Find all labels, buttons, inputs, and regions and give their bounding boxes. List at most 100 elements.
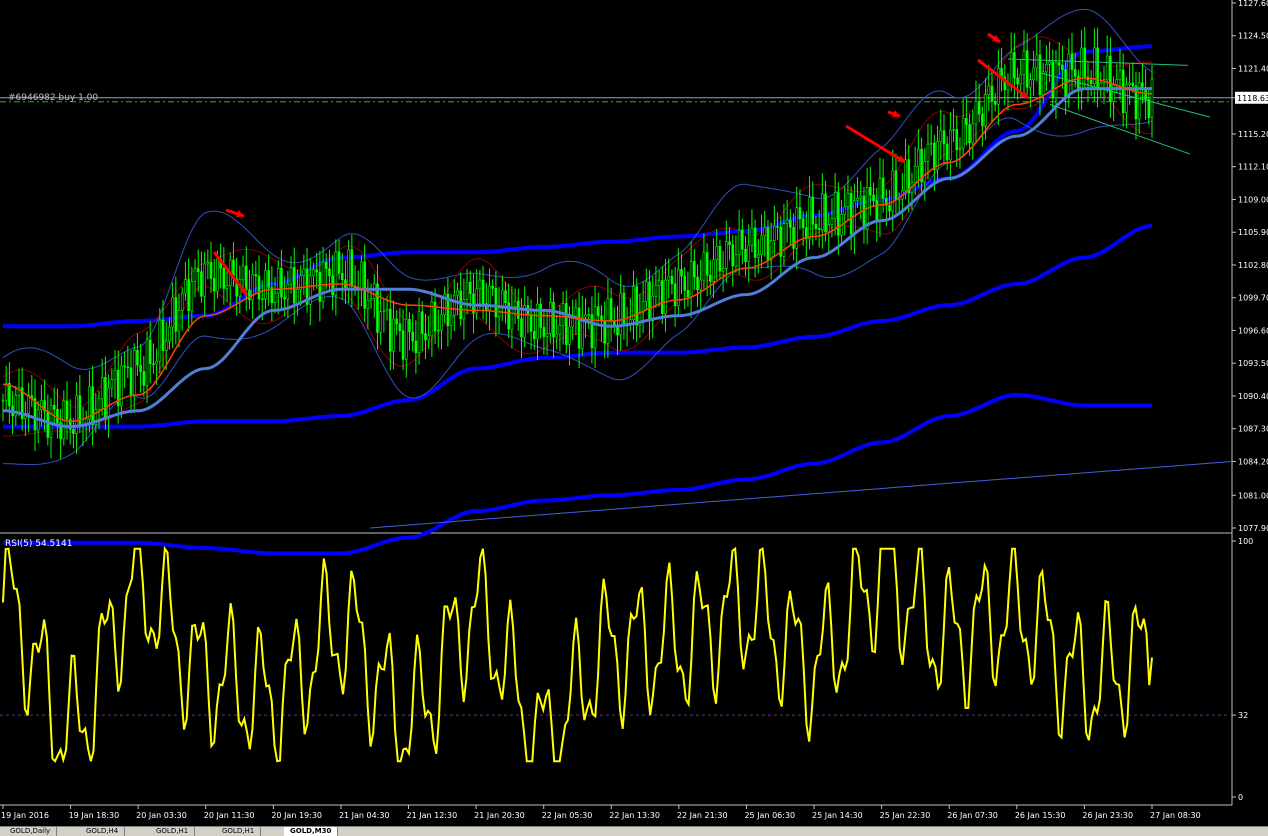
candle-body: [46, 410, 50, 438]
candle-body: [757, 254, 760, 258]
candle-body: [520, 318, 523, 338]
candle-body: [891, 170, 895, 212]
candle-body: [97, 398, 101, 411]
candle-body: [763, 227, 767, 237]
candle-body: [72, 429, 75, 434]
candle-body: [939, 130, 943, 142]
candle-body: [942, 130, 946, 145]
candle-body: [161, 319, 165, 351]
candle-body: [568, 326, 571, 345]
candle-body: [123, 365, 126, 368]
candle-body: [1118, 69, 1122, 80]
candle-body: [459, 290, 462, 320]
candle-body: [545, 333, 549, 337]
price-tick-label: 1112.10: [1238, 163, 1268, 172]
candle-body: [328, 268, 331, 277]
candle-body: [990, 85, 994, 102]
candle-body: [158, 319, 162, 362]
candle-body: [782, 223, 786, 257]
candle-body: [693, 261, 696, 278]
candle-body: [404, 318, 408, 360]
candle-body: [1089, 79, 1093, 85]
candle-body: [376, 283, 379, 333]
candle-body: [814, 223, 818, 229]
candle-body: [827, 224, 831, 233]
candle-body: [1105, 55, 1109, 80]
candle-body: [142, 371, 146, 386]
candle-body: [1025, 50, 1029, 88]
time-tick-label: 22 Jan 13:30: [609, 811, 660, 820]
candle-body: [177, 310, 181, 332]
candle-body: [78, 395, 82, 427]
candle-body: [206, 262, 210, 265]
candle-body: [1048, 61, 1051, 65]
time-tick-label: 25 Jan 22:30: [880, 811, 931, 820]
candle-body: [1045, 64, 1048, 73]
candle-body: [395, 318, 398, 325]
chart-canvas[interactable]: 1127.60 1124.50 1121.40 1115.20 1112.10 1109.…: [0, 0, 1268, 826]
candle-body: [145, 339, 149, 386]
candle-body: [977, 101, 981, 115]
candle-body: [225, 285, 229, 289]
time-tick-label: 20 Jan 11:30: [204, 811, 255, 820]
time-tick-label: 20 Jan 19:30: [271, 811, 322, 820]
candle-body: [155, 360, 158, 365]
candle-body: [667, 275, 671, 281]
candle-body: [577, 307, 581, 349]
candle-body: [750, 227, 754, 246]
candle-body: [968, 124, 971, 144]
order-label: #6946982 buy 1.00: [8, 93, 98, 103]
candle-body: [110, 379, 114, 389]
candle-body: [801, 218, 805, 228]
candle-body: [808, 196, 811, 239]
candle-body: [372, 283, 376, 299]
candle-body: [273, 292, 277, 303]
candle-body: [347, 249, 350, 289]
candle-body: [715, 245, 719, 261]
candle-body: [875, 200, 879, 222]
candle-body: [830, 218, 834, 226]
candle-body: [1080, 47, 1083, 92]
candle-body: [683, 275, 687, 291]
candle-body: [718, 245, 722, 272]
candle-body: [411, 331, 414, 342]
candle-body: [869, 186, 872, 196]
candle-body: [193, 268, 197, 283]
candle-body: [257, 275, 261, 300]
candle-body: [897, 198, 901, 201]
candle-body: [385, 308, 389, 312]
price-tick-label: 1096.60: [1238, 326, 1268, 335]
candle-body: [846, 192, 850, 208]
candle-body: [65, 400, 69, 420]
candle-body: [821, 193, 824, 231]
candle-body: [597, 306, 600, 317]
time-tick-label: 21 Jan 04:30: [339, 811, 390, 820]
time-tick-label: 19 Jan 2016: [1, 811, 49, 820]
candle-body: [417, 311, 421, 353]
candle-body: [449, 314, 453, 327]
rsi-tick-label: 100: [1238, 537, 1253, 546]
candle-body: [1083, 47, 1087, 78]
candle-body: [289, 267, 293, 285]
time-tick-label: 21 Jan 12:30: [407, 811, 458, 820]
candle-body: [244, 265, 248, 291]
candle-body: [491, 285, 494, 289]
candle-body: [1128, 82, 1131, 86]
candle-body: [1057, 62, 1061, 66]
candle-body: [702, 252, 706, 281]
candle-body: [843, 206, 847, 215]
candle-body: [91, 386, 94, 425]
candle-body: [388, 308, 392, 352]
candle-body: [366, 299, 370, 309]
candle-body: [856, 197, 859, 202]
candle-body: [798, 207, 802, 220]
candle-body: [917, 148, 920, 167]
candle-body: [100, 377, 104, 400]
candle-body: [168, 326, 171, 342]
candle-body: [52, 405, 56, 410]
candle-body: [965, 117, 968, 125]
candle-body: [1038, 54, 1042, 95]
candle-body: [148, 339, 152, 365]
candle-body: [878, 177, 882, 222]
candle-body: [180, 292, 184, 311]
